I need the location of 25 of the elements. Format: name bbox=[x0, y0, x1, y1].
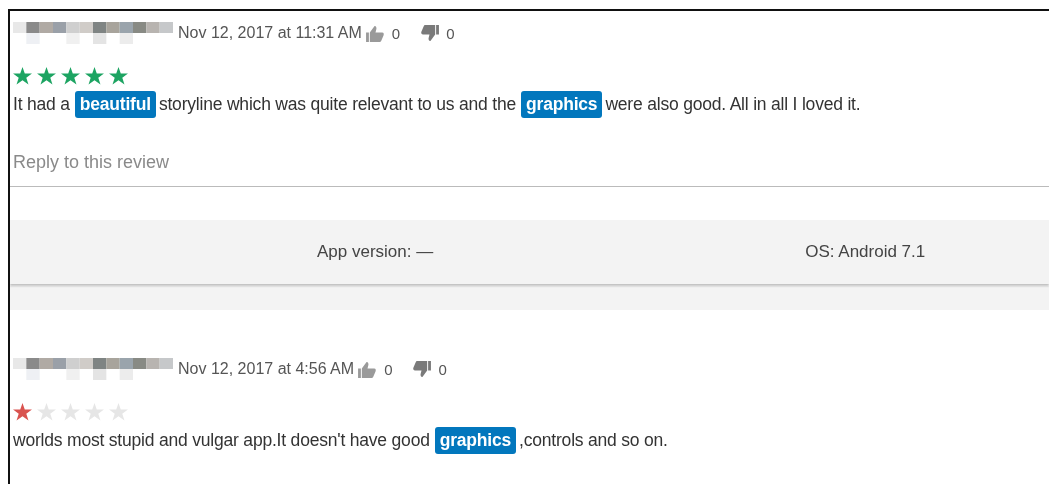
review-date: Nov 12, 2017 at 4:56 AM bbox=[178, 360, 355, 378]
review-text: It had a bbox=[13, 94, 70, 115]
dislike-count: 0 bbox=[446, 24, 455, 42]
keyword-highlight: graphics bbox=[521, 91, 603, 118]
review-text: worlds most stupid and vulgar app.It doesn't have good bbox=[13, 430, 430, 451]
dislike-count: 0 bbox=[438, 360, 447, 378]
thumbs-up-icon[interactable] bbox=[358, 360, 378, 378]
app-version-text: App version: — bbox=[317, 242, 434, 262]
review-date: Nov 12, 2017 at 11:31 AM bbox=[178, 24, 362, 42]
empty-star-icon bbox=[37, 403, 56, 421]
reply-link[interactable]: Reply to this review bbox=[13, 152, 170, 173]
thumbs-up-icon[interactable] bbox=[365, 24, 385, 42]
thumbs-down-icon[interactable] bbox=[420, 24, 440, 42]
keyword-highlight: graphics bbox=[434, 427, 517, 454]
review-text: storyline which was quite relevant to us and the bbox=[158, 94, 517, 115]
keyword-highlight: beautiful bbox=[74, 91, 156, 118]
os-version-text: OS: Android 7.1 bbox=[805, 242, 926, 262]
review-text: were also good. All in all I loved it. bbox=[605, 94, 861, 115]
empty-star-icon bbox=[109, 403, 128, 421]
like-count: 0 bbox=[391, 24, 401, 42]
empty-star-icon bbox=[61, 403, 80, 421]
like-count: 0 bbox=[384, 360, 393, 378]
empty-star-icon bbox=[85, 403, 104, 421]
review-text: ,controls and so on. bbox=[519, 430, 668, 451]
thumbs-down-icon[interactable] bbox=[412, 360, 432, 378]
